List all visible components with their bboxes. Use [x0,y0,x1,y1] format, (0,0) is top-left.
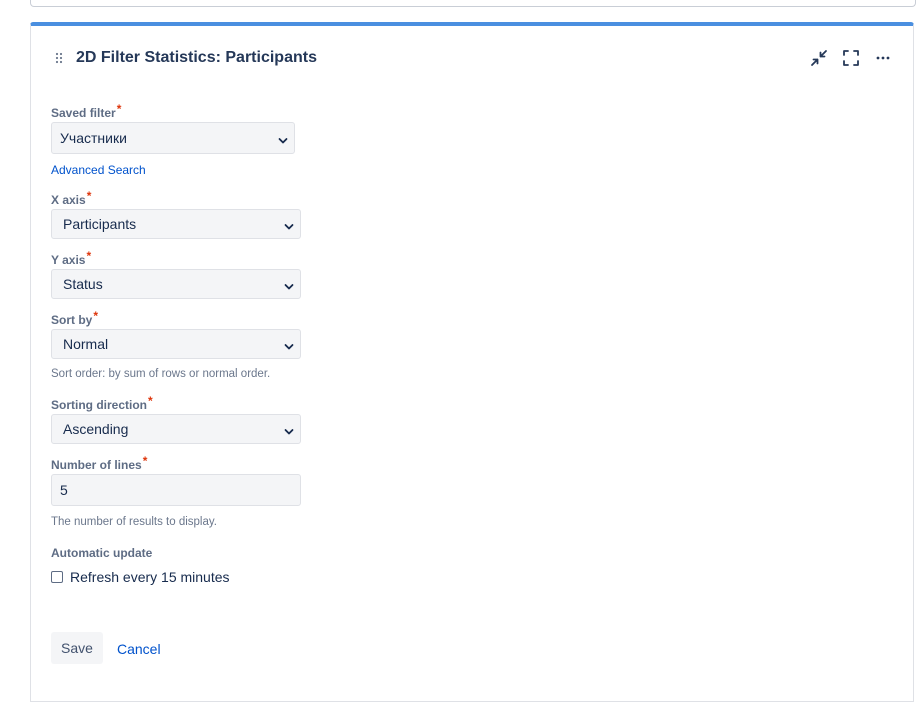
cancel-button[interactable]: Cancel [117,641,161,657]
required-mark: * [86,249,92,263]
save-button[interactable]: Save [51,632,103,664]
gadget-header: 2D Filter Statistics: Participants [31,26,913,86]
advanced-search-link[interactable]: Advanced Search [51,163,146,177]
x-axis-select[interactable]: Participants [51,209,301,239]
drag-handle-icon[interactable] [55,52,63,64]
chevron-down-icon [278,133,288,144]
sort-by-label: Sort by* [51,309,99,327]
sort-by-help: Sort order: by sum of rows or normal ord… [51,368,271,380]
saved-filter-value: Участники [60,130,127,146]
sorting-direction-value: Ascending [63,421,129,437]
saved-filter-select[interactable]: Участники [51,122,295,154]
gadget-header-actions [809,48,893,68]
required-mark: * [86,189,92,203]
fullscreen-icon[interactable] [841,48,861,68]
x-axis-value: Participants [63,216,137,232]
previous-gadget-edge [30,0,916,7]
refresh-checkbox-row[interactable]: Refresh every 15 minutes [51,569,230,585]
saved-filter-label: Saved filter* [51,102,122,120]
required-mark: * [142,454,148,468]
chevron-down-icon [284,339,294,350]
refresh-checkbox-label: Refresh every 15 minutes [70,569,230,585]
sort-by-select[interactable]: Normal [51,329,301,359]
number-of-lines-label: Number of lines* [51,454,148,472]
minimize-icon[interactable] [809,48,829,68]
chevron-down-icon [284,279,294,290]
sorting-direction-label: Sorting direction* [51,394,153,412]
number-of-lines-input[interactable]: 5 [51,474,301,506]
sort-by-value: Normal [63,336,109,352]
automatic-update-label: Automatic update [51,546,153,560]
sorting-direction-select[interactable]: Ascending [51,414,301,444]
gadget-title: 2D Filter Statistics: Participants [76,49,317,66]
y-axis-label: Y axis* [51,249,92,267]
y-axis-select[interactable]: Status [51,269,301,299]
more-icon[interactable] [873,48,893,68]
x-axis-label: X axis* [51,189,92,207]
y-axis-value: Status [63,276,103,292]
number-of-lines-help: The number of results to display. [51,516,217,528]
refresh-checkbox[interactable] [51,571,63,583]
required-mark: * [148,394,153,408]
chevron-down-icon [284,219,294,230]
required-mark: * [93,309,99,323]
chevron-down-icon [284,424,294,435]
gadget-panel: 2D Filter Statistics: Participants Saved… [30,22,914,702]
required-mark: * [116,102,122,116]
number-of-lines-value: 5 [60,482,68,498]
